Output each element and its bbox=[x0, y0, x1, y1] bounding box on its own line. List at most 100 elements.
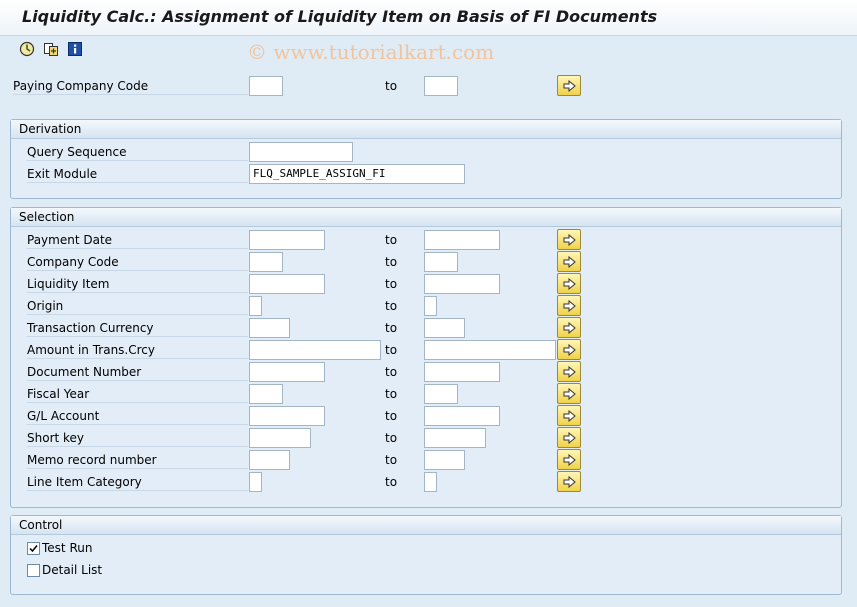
arrow-right-icon bbox=[563, 234, 576, 246]
payment-date-from-field[interactable] bbox=[249, 230, 325, 250]
page-title: Liquidity Calc.: Assignment of Liquidity… bbox=[22, 7, 658, 26]
origin-multiple-selection-button[interactable] bbox=[557, 295, 581, 316]
short-key-to-field[interactable] bbox=[424, 428, 486, 448]
memo-record-number-label: Memo record number bbox=[27, 451, 248, 469]
origin-label: Origin bbox=[27, 297, 248, 315]
liquidity-item-to-label: to bbox=[385, 277, 398, 291]
liquidity-item-label: Liquidity Item bbox=[27, 275, 248, 293]
paying-company-code-to-label: to bbox=[385, 79, 398, 93]
amount-in-trans-crcy-multiple-selection-button[interactable] bbox=[557, 339, 581, 360]
transaction-currency-label: Transaction Currency bbox=[27, 319, 248, 337]
short-key-multiple-selection-button[interactable] bbox=[557, 427, 581, 448]
fiscal-year-to-field[interactable] bbox=[424, 384, 458, 404]
derivation-title: Derivation bbox=[19, 122, 82, 136]
arrow-right-icon bbox=[563, 300, 576, 312]
arrow-right-icon bbox=[563, 454, 576, 466]
amount-in-trans-crcy-label: Amount in Trans.Crcy bbox=[27, 341, 248, 359]
derivation-group-header: Derivation bbox=[11, 120, 841, 139]
g-l-account-from-field[interactable] bbox=[249, 406, 325, 426]
origin-from-field[interactable] bbox=[249, 296, 262, 316]
line-item-category-multiple-selection-button[interactable] bbox=[557, 471, 581, 492]
arrow-right-icon bbox=[563, 322, 576, 334]
document-number-multiple-selection-button[interactable] bbox=[557, 361, 581, 382]
paying-company-code-from-field[interactable] bbox=[249, 76, 283, 96]
origin-to-label: to bbox=[385, 299, 398, 313]
memo-record-number-from-field[interactable] bbox=[249, 450, 290, 470]
execute-icon[interactable] bbox=[19, 41, 35, 57]
line-item-category-label: Line Item Category bbox=[27, 473, 248, 491]
arrow-right-icon bbox=[563, 278, 576, 290]
arrow-right-icon bbox=[563, 476, 576, 488]
arrow-right-icon bbox=[563, 388, 576, 400]
amount-in-trans-crcy-to-field[interactable] bbox=[424, 340, 556, 360]
payment-date-to-label: to bbox=[385, 233, 398, 247]
checkmark-icon bbox=[29, 545, 38, 553]
detail-list-checkbox[interactable] bbox=[27, 564, 40, 577]
multiple-selection-button[interactable] bbox=[557, 75, 581, 96]
test-run-checkbox[interactable] bbox=[27, 542, 40, 555]
transaction-currency-multiple-selection-button[interactable] bbox=[557, 317, 581, 338]
liquidity-item-from-field[interactable] bbox=[249, 274, 325, 294]
g-l-account-multiple-selection-button[interactable] bbox=[557, 405, 581, 426]
payment-date-to-field[interactable] bbox=[424, 230, 500, 250]
arrow-right-icon bbox=[563, 410, 576, 422]
paying-company-code-to-field[interactable] bbox=[424, 76, 458, 96]
info-icon[interactable] bbox=[67, 41, 83, 57]
document-number-to-field[interactable] bbox=[424, 362, 500, 382]
transaction-currency-from-field[interactable] bbox=[249, 318, 290, 338]
selection-group-header: Selection bbox=[11, 208, 841, 227]
test-run-label: Test Run bbox=[42, 541, 93, 555]
paying-company-code-label: Paying Company Code bbox=[13, 77, 248, 95]
selection-title: Selection bbox=[19, 210, 75, 224]
liquidity-item-multiple-selection-button[interactable] bbox=[557, 273, 581, 294]
arrow-right-icon bbox=[563, 366, 576, 378]
arrow-right-icon bbox=[563, 256, 576, 268]
payment-date-multiple-selection-button[interactable] bbox=[557, 229, 581, 250]
payment-date-label: Payment Date bbox=[27, 231, 248, 249]
short-key-label: Short key bbox=[27, 429, 248, 447]
exit-module-field[interactable]: FLQ_SAMPLE_ASSIGN_FI bbox=[249, 164, 465, 184]
document-number-from-field[interactable] bbox=[249, 362, 325, 382]
line-item-category-from-field[interactable] bbox=[249, 472, 262, 492]
get-variant-icon[interactable] bbox=[43, 41, 59, 57]
fiscal-year-label: Fiscal Year bbox=[27, 385, 248, 403]
company-code-to-label: to bbox=[385, 255, 398, 269]
document-number-label: Document Number bbox=[27, 363, 248, 381]
detail-list-label: Detail List bbox=[42, 563, 103, 577]
company-code-label: Company Code bbox=[27, 253, 248, 271]
company-code-to-field[interactable] bbox=[424, 252, 458, 272]
memo-record-number-to-label: to bbox=[385, 453, 398, 467]
g-l-account-label: G/L Account bbox=[27, 407, 248, 425]
arrow-right-icon bbox=[563, 80, 576, 92]
exit-module-label: Exit Module bbox=[27, 165, 248, 183]
application-toolbar: © www.tutorialkart.com bbox=[0, 36, 857, 66]
g-l-account-to-field[interactable] bbox=[424, 406, 500, 426]
line-item-category-to-label: to bbox=[385, 475, 398, 489]
short-key-to-label: to bbox=[385, 431, 398, 445]
fiscal-year-from-field[interactable] bbox=[249, 384, 283, 404]
liquidity-item-to-field[interactable] bbox=[424, 274, 500, 294]
arrow-right-icon bbox=[563, 344, 576, 356]
fiscal-year-multiple-selection-button[interactable] bbox=[557, 383, 581, 404]
control-group-header: Control bbox=[11, 516, 841, 535]
transaction-currency-to-field[interactable] bbox=[424, 318, 465, 338]
control-group: Control bbox=[10, 515, 842, 595]
amount-in-trans-crcy-to-label: to bbox=[385, 343, 398, 357]
company-code-from-field[interactable] bbox=[249, 252, 283, 272]
arrow-right-icon bbox=[563, 432, 576, 444]
title-bar: Liquidity Calc.: Assignment of Liquidity… bbox=[0, 0, 857, 36]
control-title: Control bbox=[19, 518, 63, 532]
document-number-to-label: to bbox=[385, 365, 398, 379]
amount-in-trans-crcy-from-field[interactable] bbox=[249, 340, 381, 360]
fiscal-year-to-label: to bbox=[385, 387, 398, 401]
memo-record-number-to-field[interactable] bbox=[424, 450, 465, 470]
query-sequence-field[interactable] bbox=[249, 142, 353, 162]
transaction-currency-to-label: to bbox=[385, 321, 398, 335]
watermark: © www.tutorialkart.com bbox=[247, 40, 495, 64]
line-item-category-to-field[interactable] bbox=[424, 472, 437, 492]
short-key-from-field[interactable] bbox=[249, 428, 311, 448]
memo-record-number-multiple-selection-button[interactable] bbox=[557, 449, 581, 470]
g-l-account-to-label: to bbox=[385, 409, 398, 423]
origin-to-field[interactable] bbox=[424, 296, 437, 316]
company-code-multiple-selection-button[interactable] bbox=[557, 251, 581, 272]
